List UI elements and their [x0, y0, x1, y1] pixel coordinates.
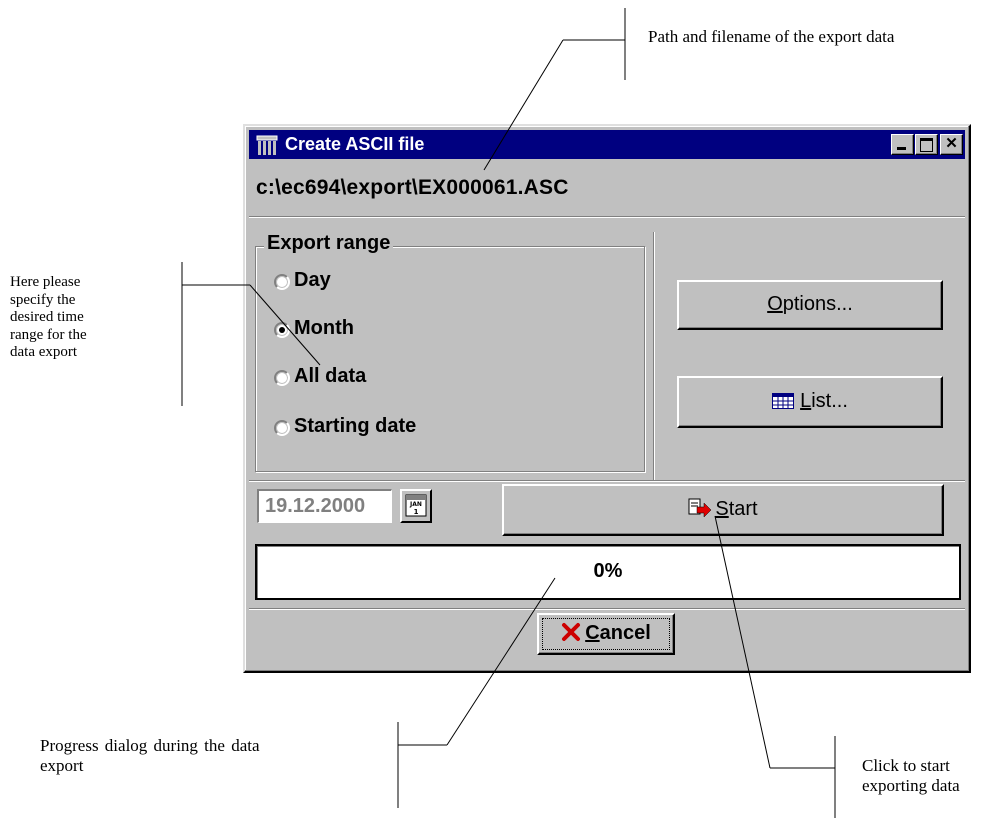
- annotation-range-line: specify the: [10, 291, 76, 308]
- close-icon: ✕: [945, 135, 958, 152]
- cancel-mnemonic: C: [585, 622, 600, 644]
- export-range-panel: Export range Day Month All data Starting…: [249, 232, 654, 480]
- app-icon: [256, 135, 278, 155]
- list-table-icon: [772, 393, 795, 409]
- export-range-group: Export range Day Month All data Starting…: [255, 232, 645, 472]
- window-title: Create ASCII file: [285, 134, 425, 154]
- radio-starting-date-label: Starting date: [294, 415, 417, 437]
- create-ascii-dialog: Create ASCII file ✕ c:\ec694\export\EX00…: [243, 124, 971, 673]
- radio-circle[interactable]: [274, 274, 290, 290]
- radio-circle[interactable]: [274, 370, 290, 386]
- list-mnemonic: L: [800, 390, 812, 412]
- export-path-row: c:\ec694\export\EX000061.ASC: [249, 164, 965, 217]
- start-button[interactable]: Start: [502, 484, 944, 536]
- calendar-button[interactable]: JAN 1: [400, 489, 432, 523]
- radio-all-data-label: All data: [294, 365, 367, 387]
- annotation-range-line: range for the: [10, 326, 87, 343]
- annotation-progress-line: export: [40, 755, 84, 775]
- minimize-button[interactable]: [891, 134, 914, 155]
- calendar-icon: JAN 1: [405, 494, 427, 517]
- start-date-field[interactable]: 19.12.2000: [257, 489, 392, 523]
- annotation-progress-line: Progress dialog during the data: [40, 736, 260, 755]
- svg-text:1: 1: [414, 508, 419, 516]
- annotation-range: Here please specify the desired time ran…: [10, 274, 87, 362]
- annotation-start: Click to start exporting data: [862, 756, 960, 795]
- list-button[interactable]: List...: [677, 376, 943, 428]
- progress-bar: 0%: [255, 544, 961, 600]
- maximize-button[interactable]: [915, 134, 938, 155]
- radio-circle-checked[interactable]: [274, 322, 290, 338]
- start-arrow-icon: [688, 498, 712, 518]
- start-mnemonic: S: [715, 498, 729, 520]
- export-range-label: Export range: [264, 232, 394, 255]
- export-path: c:\ec694\export\EX000061.ASC: [256, 176, 569, 199]
- list-label: ist...: [811, 390, 848, 412]
- start-label: tart: [728, 498, 758, 520]
- annotation-range-line: Here please: [10, 274, 81, 290]
- separator: [249, 480, 965, 482]
- annotation-start-line: Click to start: [862, 756, 950, 775]
- annotation-progress: Progress dialog during the data export: [40, 736, 260, 775]
- options-button[interactable]: Options...: [677, 280, 943, 330]
- radio-day-label: Day: [294, 269, 331, 291]
- cancel-x-icon: [562, 623, 581, 641]
- annotation-range-line: data export: [10, 344, 78, 360]
- cancel-button[interactable]: Cancel: [537, 613, 675, 655]
- close-button[interactable]: ✕: [940, 134, 963, 155]
- title-bar[interactable]: Create ASCII file ✕: [249, 130, 965, 159]
- cancel-label: ancel: [599, 622, 651, 644]
- radio-month-label: Month: [294, 317, 354, 339]
- options-mnemonic: O: [767, 293, 783, 315]
- separator: [249, 608, 965, 610]
- minimize-icon: [897, 147, 906, 150]
- options-label: ptions...: [782, 293, 853, 315]
- maximize-icon: [920, 138, 933, 152]
- radio-circle[interactable]: [274, 420, 290, 436]
- svg-text:JAN: JAN: [409, 501, 422, 508]
- annotation-range-line: desired time: [10, 309, 84, 325]
- annotation-path: Path and filename of the export data: [648, 27, 895, 46]
- annotation-start-line: exporting data: [862, 775, 960, 795]
